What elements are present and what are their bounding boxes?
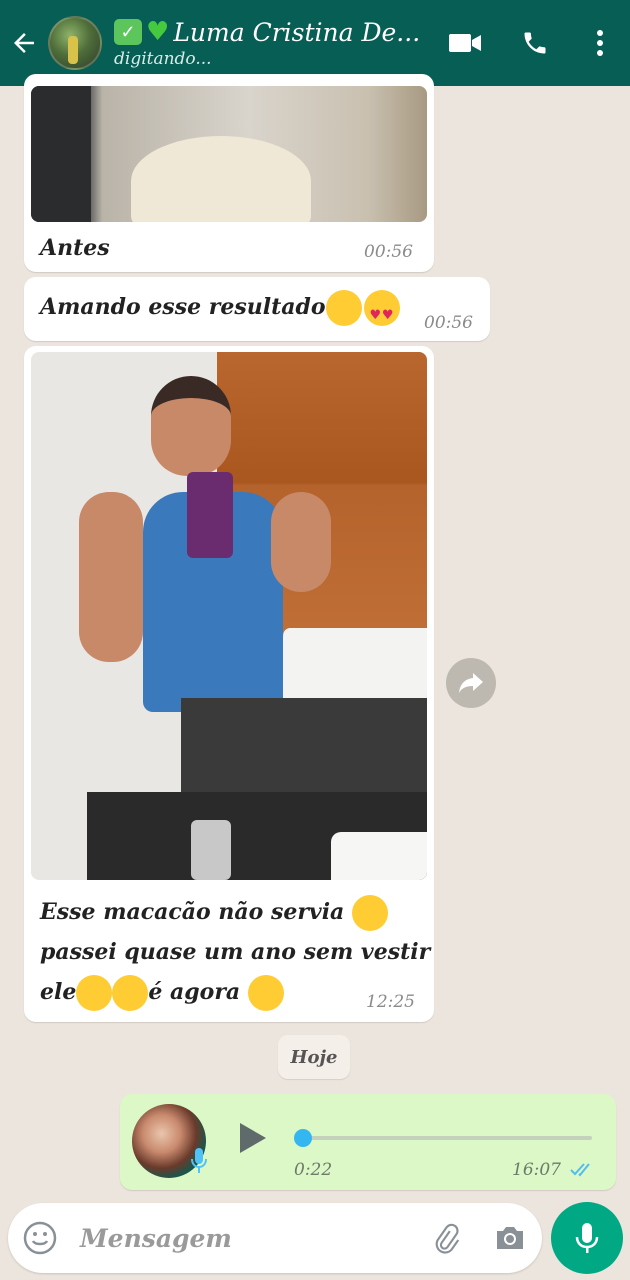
text-message[interactable]: Amando esse resultado 00:56	[24, 277, 490, 341]
dark-object	[31, 86, 91, 222]
read-ticks-icon	[570, 1162, 596, 1182]
message-composer: Mensagem	[8, 1203, 542, 1273]
camera-button[interactable]	[478, 1203, 542, 1273]
phone-in-photo	[187, 472, 233, 558]
camera-icon	[497, 1227, 523, 1249]
arm-left	[79, 492, 143, 662]
caption-line-3b: é agora	[148, 979, 241, 1005]
face	[151, 376, 231, 476]
contact-info[interactable]: ✓ ♥ Luma Cristina De... digitando...	[114, 17, 430, 69]
audio-progress-track[interactable]	[298, 1136, 592, 1140]
soap-dispenser	[191, 820, 231, 880]
hand-over-mouth-emoji-icon	[352, 895, 388, 931]
image-message[interactable]: Esse macacão não servia passei quase um …	[24, 346, 434, 1022]
video-call-button[interactable]	[430, 0, 500, 86]
basin	[331, 832, 427, 880]
caption-line-3a: ele	[40, 979, 77, 1005]
date-divider: Hoje	[278, 1035, 350, 1079]
video-camera-icon	[449, 34, 481, 52]
check-emoji-icon: ✓	[114, 19, 142, 45]
smiling-hearts-emoji-icon	[325, 290, 362, 326]
caption-line-1: Esse macacão não servia	[40, 899, 345, 925]
message-time: 12:25	[366, 992, 415, 1012]
audio-progress-thumb[interactable]	[294, 1129, 312, 1147]
paperclip-icon	[435, 1223, 460, 1254]
message-caption: Antes	[40, 235, 110, 261]
forward-arrow-icon	[459, 673, 483, 693]
mic-badge-icon	[190, 1146, 208, 1176]
play-button[interactable]	[230, 1116, 274, 1160]
voice-call-button[interactable]	[500, 0, 570, 86]
play-icon	[240, 1123, 266, 1153]
counter-reflection	[181, 698, 427, 792]
contact-name: Luma Cristina De...	[173, 17, 421, 47]
bowl-shape	[131, 136, 311, 222]
smiley-icon	[23, 1221, 57, 1255]
contact-title: ✓ ♥ Luma Cristina De...	[114, 17, 430, 47]
heart-eyes-emoji-icon	[363, 290, 400, 336]
image-message[interactable]: Antes 00:56	[24, 74, 434, 272]
typing-status: digitando...	[114, 49, 212, 69]
microphone-icon	[575, 1223, 599, 1253]
smiling-hearts-emoji-icon	[247, 975, 284, 1011]
message-time: 16:07	[512, 1160, 561, 1180]
message-text-content: Amando esse resultado	[40, 294, 326, 320]
message-text: Amando esse resultado	[40, 287, 400, 336]
green-heart-icon: ♥	[146, 17, 170, 47]
contact-avatar[interactable]	[48, 16, 102, 70]
arrow-left-icon	[14, 33, 34, 53]
audio-duration: 0:22	[294, 1160, 333, 1180]
attach-button[interactable]	[412, 1203, 478, 1273]
message-input[interactable]: Mensagem	[80, 1224, 412, 1253]
kebab-menu-icon	[597, 30, 603, 56]
voice-message[interactable]: 0:22 16:07	[120, 1094, 616, 1190]
relieved-emoji-icon	[76, 975, 113, 1011]
message-time: 00:56	[364, 242, 413, 262]
message-photo[interactable]	[31, 352, 427, 880]
phone-icon	[524, 32, 546, 54]
relieved-emoji-icon	[112, 975, 149, 1011]
forward-button[interactable]	[446, 658, 496, 708]
message-photo[interactable]	[31, 86, 427, 222]
more-options-button[interactable]	[570, 0, 630, 86]
emoji-button[interactable]	[8, 1203, 72, 1273]
record-voice-button[interactable]	[551, 1202, 623, 1274]
caption-line-2: passei quase um ano sem vestir	[40, 939, 431, 965]
arm-right	[271, 492, 331, 592]
message-time: 00:56	[424, 313, 473, 333]
